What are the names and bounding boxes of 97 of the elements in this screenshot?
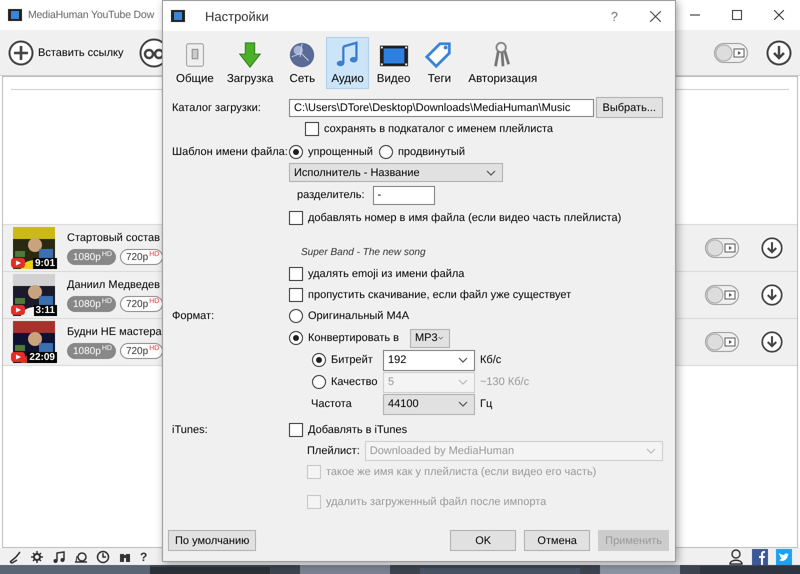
pattern-dropdown[interactable]: Исполнитель - Название	[289, 163, 503, 182]
chevron-down-icon	[458, 379, 468, 385]
field-label: Формат:	[172, 310, 214, 322]
chevron-down-icon	[458, 401, 468, 407]
radio-label: упрощенный	[308, 146, 373, 158]
toggle-switch[interactable]	[705, 238, 739, 258]
chevron-down-icon	[646, 448, 656, 454]
radio-button[interactable]	[378, 144, 393, 158]
checkbox-label: удалить загруженный файл после импорта	[326, 496, 546, 508]
chevron-down-icon	[438, 335, 443, 341]
download-button[interactable]	[766, 40, 792, 66]
music-note-icon[interactable]	[52, 550, 66, 564]
help-button[interactable]: ?	[610, 8, 618, 24]
play-badge-icon	[11, 305, 25, 315]
settings-tab[interactable]: Сеть	[281, 37, 324, 89]
broom-icon[interactable]	[8, 550, 22, 564]
checkbox-label: удалять emoji из имени файла	[308, 268, 464, 280]
settings-tab[interactable]: Теги	[418, 37, 460, 89]
settings-tab[interactable]: Авторизация	[463, 37, 542, 89]
unit-label: Кб/с	[480, 354, 502, 366]
checkbox-label: сохранять в подкаталог с именем плейлиста	[324, 122, 553, 134]
download-button[interactable]	[761, 331, 783, 353]
play-badge-icon	[11, 352, 25, 362]
video-duration: 22:09	[27, 352, 57, 363]
toggle-switch[interactable]	[714, 42, 748, 62]
quality-option[interactable]: 1080p$^{HD}$	[67, 248, 116, 264]
settings-tab[interactable]: Общие	[171, 37, 219, 89]
radio-label: Оригинальный M4A	[308, 310, 410, 322]
cancel-button[interactable]: Отмена	[524, 530, 590, 551]
person-icon[interactable]	[728, 548, 744, 564]
paste-link-button[interactable]: Вставить ссылку	[8, 40, 124, 66]
checkbox-label: Добавлять в iTunes	[308, 424, 408, 436]
separator-field[interactable]: -	[372, 186, 435, 204]
settings-tab[interactable]: Аудио	[326, 37, 369, 89]
radio-label: Конвертировать в	[308, 332, 399, 344]
window-title: MediaHuman YouTube Dow	[28, 9, 154, 21]
field-label: Плейлист:	[307, 444, 360, 456]
facebook-icon[interactable]	[752, 548, 768, 564]
checkbox[interactable]	[305, 122, 319, 136]
close-icon[interactable]	[650, 10, 661, 22]
unit-label: Гц	[480, 398, 492, 410]
radio-button[interactable]	[289, 331, 303, 345]
radio-label: продвинутый	[398, 146, 465, 158]
unit-label: ~130 Кб/с	[480, 376, 530, 388]
app-logo-icon	[8, 9, 22, 21]
quality-option[interactable]: 720p$^{HD}$	[120, 342, 164, 358]
maximize-icon[interactable]	[732, 10, 742, 20]
checkbox-label: пропустить скачивание, если файл уже существует	[308, 288, 572, 300]
radio-button[interactable]	[289, 309, 303, 323]
filename-example: Super Band - The new song	[301, 247, 426, 258]
checkbox[interactable]	[289, 266, 303, 280]
radio-button[interactable]	[312, 353, 326, 367]
video-duration: 9:01	[32, 258, 57, 269]
value-dropdown[interactable]: 192	[383, 350, 475, 370]
quality-option[interactable]: 1080p$^{HD}$	[67, 296, 116, 312]
video-title: Стартовый состав	[67, 232, 161, 244]
download-button[interactable]	[761, 284, 783, 306]
help-button[interactable]: ?	[140, 550, 148, 564]
quality-option[interactable]: 1080p$^{HD}$	[67, 342, 116, 358]
checkbox-label: добавлять номер в имя файла (если видео часть плейлиста)	[308, 212, 622, 224]
folder-path-field[interactable]: C:\Users\DTore\Desktop\Downloads\MediaHuman\Music	[289, 98, 594, 116]
quality-option[interactable]: 720p$^{HD}$	[120, 296, 164, 312]
settings-tab[interactable]: Видео	[372, 37, 416, 89]
download-button[interactable]	[761, 237, 783, 259]
radio-label: Качество	[331, 376, 378, 388]
field-label: разделитель:	[297, 189, 365, 201]
defaults-button[interactable]: По умолчанию	[168, 530, 256, 551]
twitter-icon[interactable]	[776, 548, 792, 564]
checkbox[interactable]	[289, 210, 303, 224]
quality-option[interactable]: 720p$^{HD}$	[120, 248, 164, 264]
toggle-switch[interactable]	[705, 285, 739, 305]
checkbox[interactable]	[289, 288, 303, 302]
field-label: Шаблон имени файла:	[172, 146, 289, 158]
radio-label: Битрейт	[331, 354, 373, 366]
video-title: Будни НЕ мастера	[67, 326, 163, 338]
browse-button[interactable]: Выбрать...	[596, 97, 663, 118]
chevron-down-icon	[458, 357, 468, 363]
dialog-title: Настройки	[205, 8, 269, 24]
toggle-switch[interactable]	[705, 332, 739, 352]
video-duration: 3:11	[34, 305, 57, 316]
play-badge-icon	[11, 258, 25, 268]
app-logo-icon	[171, 10, 185, 22]
gear-icon[interactable]	[30, 550, 44, 564]
video-title: Даниил Медведев	[67, 278, 161, 290]
field-label: Частота	[311, 398, 353, 410]
frequency-dropdown[interactable]: 44100	[383, 394, 475, 414]
settings-tab[interactable]: Загрузка	[222, 37, 278, 89]
codec-dropdown[interactable]: MP3	[410, 328, 450, 348]
clock-icon[interactable]	[96, 550, 110, 564]
checkbox-label: такое же имя как у плейлиста (если видео его часть)	[326, 466, 596, 478]
ok-button[interactable]: OK	[450, 530, 516, 551]
chevron-down-icon	[486, 170, 496, 176]
radio-button[interactable]	[289, 144, 303, 158]
close-icon[interactable]	[774, 10, 784, 20]
field-label: iTunes:	[172, 424, 209, 436]
field-label: Каталог загрузки:	[172, 102, 262, 114]
plus-icon	[8, 40, 34, 66]
